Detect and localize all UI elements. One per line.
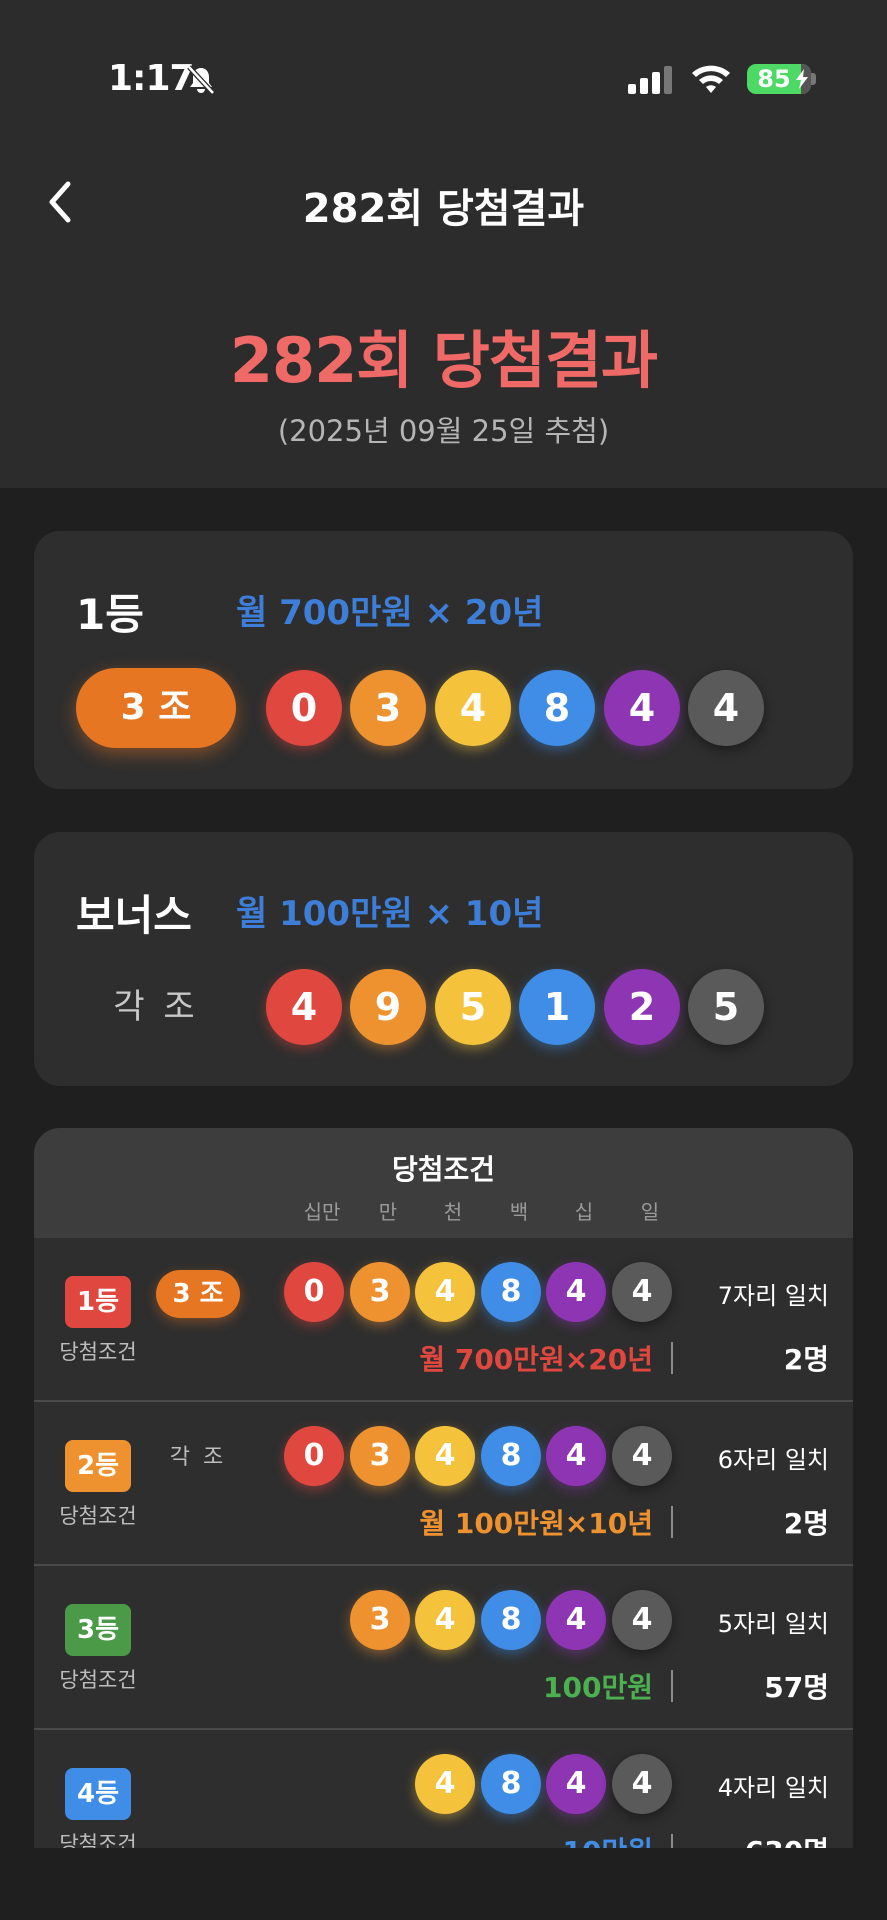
bonus-amount: 월 100만원 × 10년 bbox=[236, 894, 544, 934]
position-label: 십 bbox=[574, 1200, 594, 1224]
number-ball: 0 bbox=[284, 1262, 344, 1322]
number-ball: 4 bbox=[546, 1426, 606, 1486]
winner-count: 630명 bbox=[745, 1830, 829, 1848]
page-title: 282회 당첨결과 bbox=[229, 324, 658, 397]
table-row: 4등 당첨조건 4 8 4 4 4자리 일치 10만원 630명 bbox=[34, 1730, 853, 1848]
status-bar: 1:17 85 bbox=[0, 0, 887, 150]
number-ball: 0 bbox=[284, 1426, 344, 1486]
number-ball: 4 bbox=[612, 1590, 672, 1650]
position-label: 천 bbox=[443, 1200, 463, 1224]
table-row: 3등 당첨조건 3 4 8 4 4 5자리 일치 100만원 57명 bbox=[34, 1566, 853, 1730]
match-count: 6자리 일치 bbox=[717, 1446, 829, 1474]
match-count: 5자리 일치 bbox=[717, 1610, 829, 1638]
conditions-title: 당첨조건 bbox=[391, 1153, 496, 1186]
battery-icon: 85 bbox=[747, 64, 811, 94]
number-ball: 4 bbox=[546, 1754, 606, 1814]
first-prize-label: 1등 bbox=[76, 590, 144, 639]
winner-count: 2명 bbox=[783, 1507, 829, 1540]
bottom-safe-area bbox=[0, 1848, 887, 1920]
number-ball: 4 bbox=[415, 1262, 475, 1322]
group-badge: 3 조 bbox=[76, 668, 236, 748]
number-ball: 8 bbox=[519, 670, 595, 746]
position-label: 만 bbox=[378, 1200, 398, 1224]
table-row: 1등 당첨조건 3 조 0 3 4 8 4 4 7자리 일치 월 700만원×2… bbox=[34, 1238, 853, 1402]
each-group-label: 각 조 bbox=[113, 987, 199, 1027]
number-ball: 8 bbox=[481, 1754, 541, 1814]
prize-amount: 월 700만원×20년 bbox=[419, 1343, 653, 1376]
number-ball: 4 bbox=[415, 1754, 475, 1814]
number-ball: 8 bbox=[481, 1590, 541, 1650]
number-ball: 4 bbox=[612, 1262, 672, 1322]
draw-date: (2025년 09월 25일 추첨) bbox=[277, 414, 610, 448]
number-ball: 5 bbox=[435, 969, 511, 1045]
rank-badge: 3등 bbox=[65, 1604, 131, 1656]
number-ball: 3 bbox=[350, 1590, 410, 1650]
charging-bolt-icon bbox=[796, 69, 808, 89]
number-ball: 3 bbox=[350, 670, 426, 746]
conditions-header: 당첨조건 십만 만 천 백 십 일 bbox=[34, 1128, 853, 1238]
prize-amount: 월 100만원×10년 bbox=[419, 1507, 653, 1540]
bell-slash-icon bbox=[187, 65, 215, 95]
number-ball: 3 bbox=[350, 1262, 410, 1322]
match-count: 7자리 일치 bbox=[717, 1282, 829, 1310]
wifi-icon bbox=[692, 65, 730, 93]
nav-title: 282회 당첨결과 bbox=[302, 186, 585, 232]
number-ball: 4 bbox=[415, 1426, 475, 1486]
header-area: 1:17 85 282회 당첨결과 282회 당첨결과 (2025년 09월 2… bbox=[0, 0, 887, 488]
position-label: 십만 bbox=[303, 1200, 341, 1224]
rank-condition-label: 당첨조건 bbox=[59, 1668, 137, 1692]
position-label: 백 bbox=[509, 1200, 529, 1224]
prize-amount: 10만원 bbox=[563, 1830, 654, 1848]
number-ball: 4 bbox=[546, 1262, 606, 1322]
rank-badge: 4등 bbox=[65, 1768, 131, 1820]
winner-count: 57명 bbox=[764, 1671, 829, 1704]
number-ball: 0 bbox=[266, 670, 342, 746]
number-ball: 4 bbox=[546, 1590, 606, 1650]
bonus-prize-card: 보너스 월 100만원 × 10년 각 조 4 9 5 1 2 5 bbox=[34, 832, 853, 1086]
number-ball: 8 bbox=[481, 1426, 541, 1486]
rank-condition-label: 당첨조건 bbox=[59, 1504, 137, 1528]
table-row: 2등 당첨조건 각 조 0 3 4 8 4 4 6자리 일치 월 100만원×1… bbox=[34, 1402, 853, 1566]
bonus-label: 보너스 bbox=[76, 891, 192, 940]
group-badge: 3 조 bbox=[156, 1270, 240, 1318]
number-ball: 3 bbox=[350, 1426, 410, 1486]
signal-icon bbox=[628, 66, 672, 94]
number-ball: 9 bbox=[350, 969, 426, 1045]
number-ball: 4 bbox=[688, 670, 764, 746]
number-ball: 4 bbox=[266, 969, 342, 1045]
match-count: 4자리 일치 bbox=[717, 1774, 829, 1802]
number-ball: 2 bbox=[604, 969, 680, 1045]
status-time: 1:17 bbox=[108, 58, 195, 99]
first-prize-card: 1등 월 700만원 × 20년 3 조 0 3 4 8 4 4 bbox=[34, 531, 853, 789]
rank-condition-label: 당첨조건 bbox=[59, 1832, 137, 1848]
number-ball: 5 bbox=[688, 969, 764, 1045]
number-ball: 4 bbox=[604, 670, 680, 746]
battery-level: 85 bbox=[757, 65, 791, 93]
rank-badge: 2등 bbox=[65, 1440, 131, 1492]
number-ball: 4 bbox=[415, 1590, 475, 1650]
number-ball: 1 bbox=[519, 969, 595, 1045]
prize-amount: 100만원 bbox=[543, 1671, 653, 1704]
number-ball: 8 bbox=[481, 1262, 541, 1322]
rank-badge: 1등 bbox=[65, 1276, 131, 1328]
number-ball: 4 bbox=[612, 1754, 672, 1814]
winning-conditions-table: 당첨조건 십만 만 천 백 십 일 1등 당첨조건 3 조 0 3 4 8 4 … bbox=[34, 1128, 853, 1848]
each-group-label: 각 조 bbox=[169, 1445, 227, 1470]
position-label: 일 bbox=[640, 1200, 660, 1224]
winner-count: 2명 bbox=[783, 1343, 829, 1376]
number-ball: 4 bbox=[435, 670, 511, 746]
rank-condition-label: 당첨조건 bbox=[59, 1340, 137, 1364]
first-prize-amount: 월 700만원 × 20년 bbox=[236, 593, 544, 633]
number-ball: 4 bbox=[612, 1426, 672, 1486]
